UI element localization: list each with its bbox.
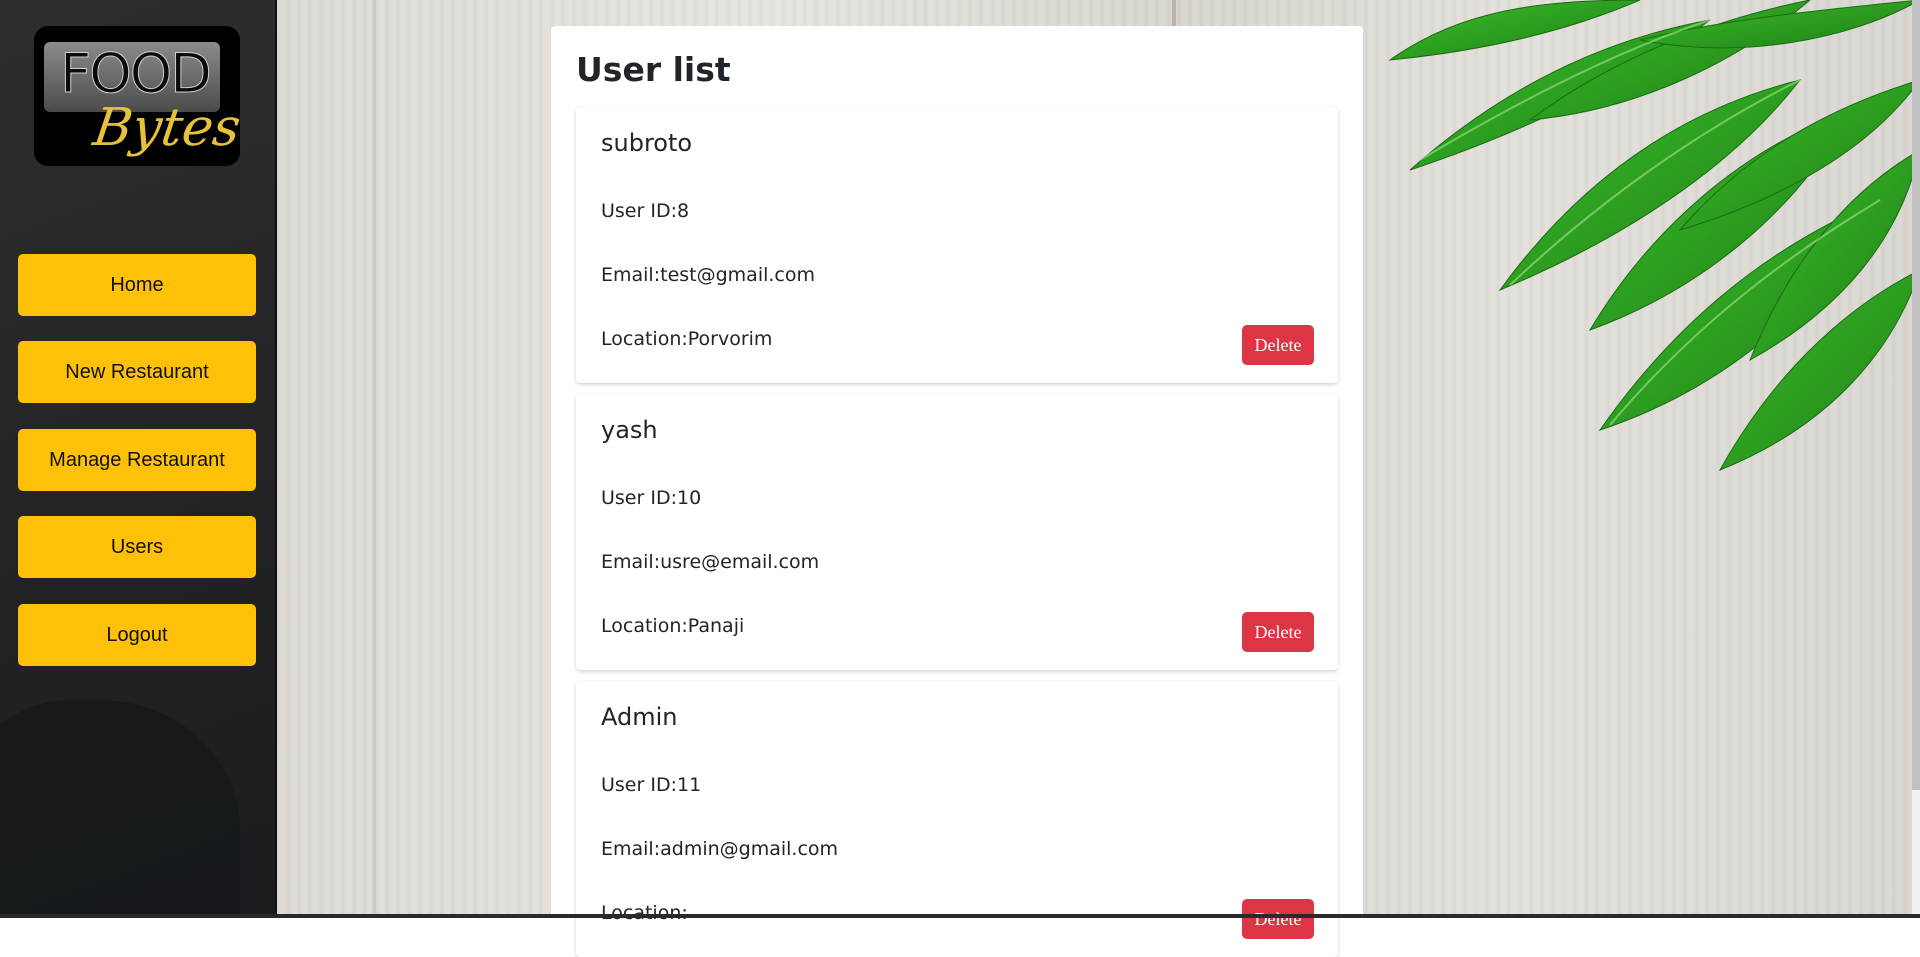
user-name: yash bbox=[601, 416, 658, 444]
manage-restaurant-button[interactable]: Manage Restaurant bbox=[18, 429, 256, 491]
page-title: User list bbox=[576, 50, 731, 89]
logout-button[interactable]: Logout bbox=[18, 604, 256, 666]
page-scrollbar[interactable] bbox=[1912, 0, 1920, 918]
window-bottom-edge bbox=[0, 914, 1920, 918]
user-id: User ID:8 bbox=[601, 200, 690, 222]
user-email: Email:usre@email.com bbox=[601, 551, 820, 573]
logo-bytes-text: Bytes bbox=[89, 98, 245, 158]
logo-food-text: FOOD bbox=[60, 42, 213, 105]
wood-plank-line bbox=[372, 0, 376, 918]
delete-button[interactable]: Delete bbox=[1242, 325, 1314, 365]
user-location: Location: bbox=[601, 902, 688, 924]
user-list-panel: User list subroto User ID:8 Email:test@g… bbox=[551, 26, 1363, 957]
sidebar-shadow-decoration bbox=[0, 700, 240, 918]
foodbytes-logo[interactable]: FOOD Bytes bbox=[34, 26, 244, 166]
user-id: User ID:10 bbox=[601, 487, 702, 509]
user-email: Email:test@gmail.com bbox=[601, 264, 815, 286]
home-button[interactable]: Home bbox=[18, 254, 256, 316]
user-name: subroto bbox=[601, 129, 693, 157]
user-card: subroto User ID:8 Email:test@gmail.com L… bbox=[576, 107, 1338, 383]
new-restaurant-button[interactable]: New Restaurant bbox=[18, 341, 256, 403]
users-button[interactable]: Users bbox=[18, 516, 256, 578]
delete-button[interactable]: Delete bbox=[1242, 899, 1314, 939]
sidebar: FOOD Bytes Home New Restaurant Manage Re… bbox=[0, 0, 277, 918]
user-location: Location:Panaji bbox=[601, 615, 745, 637]
user-name: Admin bbox=[601, 703, 678, 731]
scrollbar-thumb[interactable] bbox=[1912, 0, 1920, 790]
user-email: Email:admin@gmail.com bbox=[601, 838, 839, 860]
user-id: User ID:11 bbox=[601, 774, 702, 796]
leaves-decoration bbox=[1388, 0, 1920, 471]
user-location: Location:Porvorim bbox=[601, 328, 773, 350]
user-card: yash User ID:10 Email:usre@email.com Loc… bbox=[576, 394, 1338, 670]
delete-button[interactable]: Delete bbox=[1242, 612, 1314, 652]
